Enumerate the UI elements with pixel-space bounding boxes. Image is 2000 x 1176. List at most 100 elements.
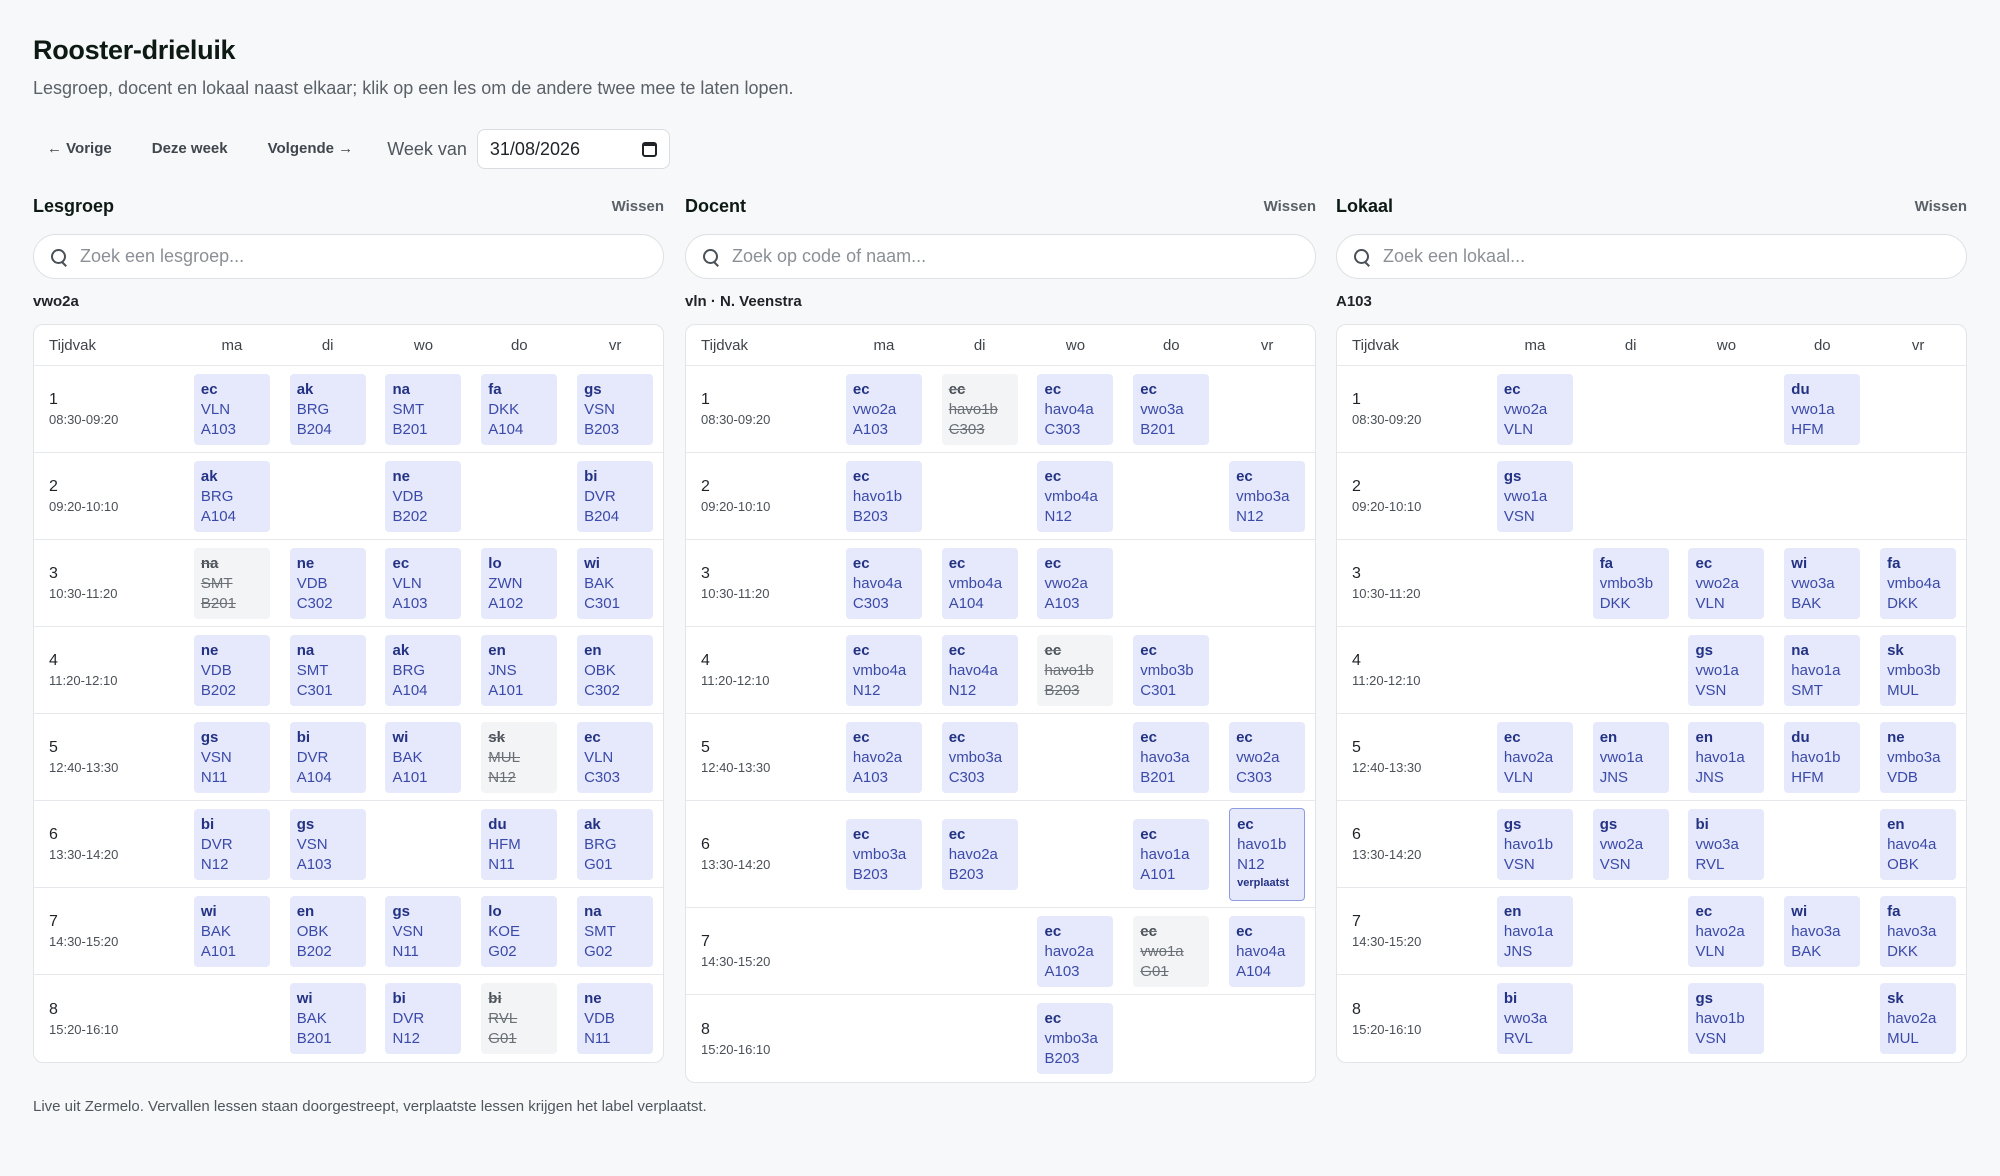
lesson-card[interactable]: en vwo1a JNS — [1592, 721, 1669, 793]
lesson-card[interactable]: sk vmbo3b MUL — [1880, 634, 1957, 706]
lesson-card[interactable]: ne VDB B202 — [385, 460, 462, 532]
lesson-card[interactable]: ec havo1b B203 — [845, 460, 922, 532]
lesson-card[interactable]: ec vwo2a C303 — [1229, 721, 1306, 793]
lesson-card[interactable]: ne VDB N11 — [577, 983, 654, 1054]
lesson-card-cancelled[interactable]: ec vwo1a G01 — [1133, 915, 1210, 987]
lesson-card[interactable]: ec VLN A103 — [193, 373, 270, 445]
search-input[interactable] — [732, 246, 1272, 267]
lesson-card-cancelled[interactable]: bi RVL G01 — [481, 983, 558, 1054]
this-week-button[interactable]: Deze week — [152, 131, 228, 167]
calendar-icon[interactable] — [641, 141, 657, 157]
lesson-card[interactable]: wi havo3a BAK — [1784, 895, 1861, 967]
lesson-card[interactable]: ec havo4a C303 — [845, 547, 922, 619]
lesson-card[interactable]: ec havo2a A103 — [1037, 915, 1114, 987]
lesson-card-cancelled[interactable]: ec havo1b C303 — [941, 373, 1018, 445]
lesson-card[interactable]: fa vmbo4a DKK — [1880, 547, 1957, 619]
lesson-card[interactable]: wi BAK A101 — [193, 895, 270, 967]
clear-button[interactable]: Wissen — [1264, 198, 1316, 215]
lesson-card[interactable]: gs VSN B203 — [577, 373, 654, 445]
next-week-button[interactable]: Volgende → — [268, 131, 354, 167]
lesson-card[interactable]: gs VSN A103 — [289, 808, 366, 880]
lesson-card[interactable]: ec havo4a A104 — [1229, 915, 1306, 987]
lesson-card[interactable]: na SMT G02 — [577, 895, 654, 967]
lesson-card[interactable]: ec havo2a VLN — [1688, 895, 1765, 967]
lesson-card[interactable]: fa DKK A104 — [481, 373, 558, 445]
lesson-card[interactable]: wi BAK B201 — [289, 983, 366, 1054]
lesson-card[interactable]: ec havo4a N12 — [941, 634, 1018, 706]
lesson-card-cancelled[interactable]: sk MUL N12 — [481, 721, 558, 793]
lesson-card[interactable]: gs vwo1a VSN — [1496, 460, 1573, 532]
lesson-card-moved[interactable]: ec havo1b N12 verplaatst — [1229, 807, 1306, 901]
lesson-card[interactable]: ec VLN C303 — [577, 721, 654, 793]
lesson-card[interactable]: ec vwo2a VLN — [1688, 547, 1765, 619]
lesson-card[interactable]: bi DVR N12 — [385, 983, 462, 1054]
lesson-card[interactable]: fa vmbo3b DKK — [1592, 547, 1669, 619]
search-input[interactable] — [80, 246, 620, 267]
lesson-card[interactable]: gs vwo1a VSN — [1688, 634, 1765, 706]
lesson-card[interactable]: en OBK B202 — [289, 895, 366, 967]
clear-button[interactable]: Wissen — [1915, 198, 1967, 215]
lesson-card[interactable]: ec havo1a A101 — [1133, 818, 1210, 890]
lesson-card[interactable]: ec havo2a VLN — [1496, 721, 1573, 793]
lesson-card[interactable]: en OBK C302 — [577, 634, 654, 706]
lesson-card[interactable]: lo ZWN A102 — [481, 547, 558, 619]
lesson-card[interactable]: ec havo4a C303 — [1037, 373, 1114, 445]
lesson-card[interactable]: ec vwo2a A103 — [1037, 547, 1114, 619]
lesson-card[interactable]: ec vmbo3a B203 — [1037, 1003, 1114, 1074]
lesson-card[interactable]: ec VLN A103 — [385, 547, 462, 619]
lesson-card[interactable]: ne vmbo3a VDB — [1880, 721, 1957, 793]
lesson-card[interactable]: ec vmbo3b C301 — [1133, 634, 1210, 706]
lesson-card[interactable]: gs havo1b VSN — [1496, 808, 1573, 880]
lesson-card[interactable]: bi DVR A104 — [289, 721, 366, 793]
lesson-card[interactable]: wi BAK C301 — [577, 547, 654, 619]
lesson-card[interactable]: wi vwo3a BAK — [1784, 547, 1861, 619]
lesson-card[interactable]: bi vwo3a RVL — [1688, 808, 1765, 880]
lesson-card[interactable]: bi DVR B204 — [577, 460, 654, 532]
lesson-card[interactable]: bi DVR N12 — [193, 808, 270, 880]
lesson-card[interactable]: ak BRG A104 — [193, 460, 270, 532]
lesson-card[interactable]: ec vwo3a B201 — [1133, 373, 1210, 445]
clear-button[interactable]: Wissen — [612, 198, 664, 215]
lesson-card[interactable]: ak BRG G01 — [577, 808, 654, 880]
lesson-card[interactable]: wi BAK A101 — [385, 721, 462, 793]
lesson-card[interactable]: gs VSN N11 — [193, 721, 270, 793]
lesson-card[interactable]: gs havo1b VSN — [1688, 983, 1765, 1054]
lesson-card[interactable]: gs vwo2a VSN — [1592, 808, 1669, 880]
lesson-card[interactable]: ak BRG B204 — [289, 373, 366, 445]
lesson-card[interactable]: ec vmbo3a B203 — [845, 818, 922, 890]
lesson-card[interactable]: lo KOE G02 — [481, 895, 558, 967]
lesson-card-cancelled[interactable]: ec havo1b B203 — [1037, 634, 1114, 706]
lesson-card[interactable]: du HFM N11 — [481, 808, 558, 880]
lesson-card[interactable]: ec vmbo3a N12 — [1229, 460, 1306, 532]
lesson-card[interactable]: ne VDB B202 — [193, 634, 270, 706]
lesson-card-cancelled[interactable]: na SMT B201 — [193, 547, 270, 619]
lesson-card[interactable]: ec vwo2a VLN — [1496, 373, 1573, 445]
lesson-card[interactable]: ak BRG A104 — [385, 634, 462, 706]
lesson-card[interactable]: ec vwo2a A103 — [845, 373, 922, 445]
lesson-card[interactable]: na havo1a SMT — [1784, 634, 1861, 706]
lesson-card[interactable]: ec havo3a B201 — [1133, 721, 1210, 793]
search-input[interactable] — [1383, 246, 1923, 267]
lesson-card[interactable]: ec vmbo4a N12 — [1037, 460, 1114, 532]
lesson-card[interactable]: na SMT C301 — [289, 634, 366, 706]
lesson-card[interactable]: gs VSN N11 — [385, 895, 462, 967]
lesson-card[interactable]: fa havo3a DKK — [1880, 895, 1957, 967]
lesson-card[interactable]: en JNS A101 — [481, 634, 558, 706]
lesson-card[interactable]: bi vwo3a RVL — [1496, 983, 1573, 1054]
prev-week-button[interactable]: ← Vorige — [47, 131, 112, 167]
lesson-card[interactable]: ec havo2a B203 — [941, 818, 1018, 890]
lesson-card[interactable]: ec vmbo4a A104 — [941, 547, 1018, 619]
lesson-line-2: havo1a — [1503, 922, 1554, 940]
lesson-card[interactable]: ec vmbo4a N12 — [845, 634, 922, 706]
lesson-card[interactable]: sk havo2a MUL — [1880, 983, 1957, 1054]
lesson-card[interactable]: du vwo1a HFM — [1784, 373, 1861, 445]
lesson-card[interactable]: en havo1a JNS — [1496, 895, 1573, 967]
lesson-card[interactable]: du havo1b HFM — [1784, 721, 1861, 793]
lesson-card[interactable]: en havo4a OBK — [1880, 808, 1957, 880]
lesson-card[interactable]: ne VDB C302 — [289, 547, 366, 619]
lesson-card[interactable]: ec havo2a A103 — [845, 721, 922, 793]
lesson-card[interactable]: en havo1a JNS — [1688, 721, 1765, 793]
lesson-card[interactable]: na SMT B201 — [385, 373, 462, 445]
week-date-input[interactable]: 31/08/2026 — [476, 129, 670, 169]
lesson-card[interactable]: ec vmbo3a C303 — [941, 721, 1018, 793]
